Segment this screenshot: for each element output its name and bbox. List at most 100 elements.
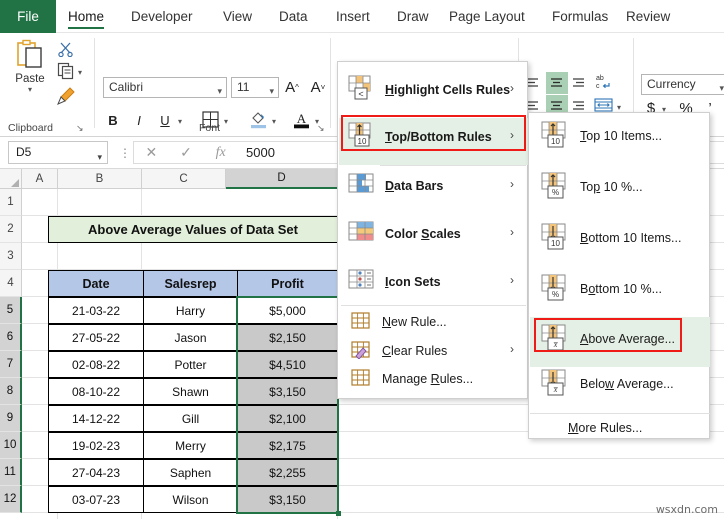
bold-button[interactable]: B bbox=[104, 111, 122, 129]
cell-date-5[interactable]: 21-03-22 bbox=[48, 297, 144, 324]
more-rules-label[interactable]: More Rules... bbox=[568, 421, 642, 435]
italic-button[interactable]: I bbox=[130, 111, 148, 129]
tab-draw[interactable]: Draw bbox=[395, 0, 431, 33]
row-header-7[interactable]: 7 bbox=[0, 351, 22, 378]
column-header-a[interactable]: A bbox=[22, 169, 58, 189]
cell-profit-11[interactable]: $2,255 bbox=[237, 459, 338, 486]
tab-review[interactable]: Review bbox=[624, 0, 672, 33]
font-name-combobox[interactable]: Calibri ▾ bbox=[103, 77, 227, 98]
table-header-salesrep[interactable]: Salesrep bbox=[143, 270, 238, 297]
cell-date-7[interactable]: 02-08-22 bbox=[48, 351, 144, 378]
row-header-11[interactable]: 11 bbox=[0, 459, 22, 486]
chevron-down-icon[interactable]: ▾ bbox=[97, 147, 102, 168]
copy-button[interactable] bbox=[57, 62, 75, 85]
paste-chevron-icon[interactable]: ▾ bbox=[28, 86, 32, 94]
font-color-button[interactable]: A bbox=[293, 110, 310, 134]
tab-formulas[interactable]: Formulas bbox=[550, 0, 610, 33]
cell-rep-12[interactable]: Wilson bbox=[143, 486, 238, 513]
underline-chevron-icon[interactable]: ▾ bbox=[178, 118, 182, 126]
select-all-corner[interactable] bbox=[0, 169, 22, 189]
decrease-font-size-button[interactable]: A ˅ bbox=[308, 77, 328, 98]
cell-date-6[interactable]: 27-05-22 bbox=[48, 324, 144, 351]
row-header-4[interactable]: 4 bbox=[0, 270, 22, 297]
cell-date-9[interactable]: 14-12-22 bbox=[48, 405, 144, 432]
paste-button[interactable]: Paste ▾ bbox=[8, 39, 52, 117]
cell-rep-7[interactable]: Potter bbox=[143, 351, 238, 378]
insert-function-icon[interactable]: fx bbox=[203, 145, 238, 161]
row-header-2[interactable]: 2 bbox=[0, 216, 22, 243]
copy-chevron-icon[interactable]: ▾ bbox=[78, 69, 82, 77]
new-rule-item[interactable] bbox=[351, 312, 371, 335]
tab-page-layout[interactable]: Page Layout bbox=[447, 0, 527, 33]
clipboard-dialog-launcher[interactable]: ↘ bbox=[76, 123, 84, 134]
chevron-down-icon[interactable]: ▾ bbox=[217, 82, 222, 101]
cell-date-11[interactable]: 27-04-23 bbox=[48, 459, 144, 486]
cell-rep-6[interactable]: Jason bbox=[143, 324, 238, 351]
cell-rep-11[interactable]: Saphen bbox=[143, 459, 238, 486]
title-cell[interactable]: Above Average Values of Data Set bbox=[48, 216, 338, 243]
row-header-3[interactable]: 3 bbox=[0, 243, 22, 270]
underline-button[interactable]: U bbox=[156, 111, 174, 129]
borders-chevron-icon[interactable]: ▾ bbox=[224, 118, 228, 126]
row-header-6[interactable]: 6 bbox=[0, 324, 22, 351]
fill-color-chevron-icon[interactable]: ▾ bbox=[272, 118, 276, 126]
icon-sets-item[interactable] bbox=[348, 269, 376, 296]
wrap-text-button[interactable]: ab c bbox=[595, 73, 613, 96]
merge-chevron-icon[interactable]: ▾ bbox=[617, 104, 621, 112]
above-average-item[interactable]: x̅ bbox=[541, 324, 571, 357]
cell-profit-7[interactable]: $4,510 bbox=[237, 351, 338, 378]
increase-font-size-button[interactable]: A ^ bbox=[282, 77, 302, 98]
name-box[interactable]: D5 ▾ bbox=[8, 141, 108, 164]
row-header-10[interactable]: 10 bbox=[0, 432, 22, 459]
cell-profit-8[interactable]: $3,150 bbox=[237, 378, 338, 405]
chevron-down-icon[interactable]: ▾ bbox=[719, 79, 724, 98]
tab-developer[interactable]: Developer bbox=[129, 0, 195, 33]
fill-handle[interactable] bbox=[336, 511, 341, 516]
cell-profit-5[interactable]: $5,000 bbox=[237, 297, 338, 324]
bottom-10-percent-item[interactable]: % bbox=[541, 274, 571, 307]
font-dialog-launcher[interactable]: ↘ bbox=[317, 123, 325, 134]
bottom-10-items-item[interactable]: 10 bbox=[541, 223, 571, 256]
column-header-c[interactable]: C bbox=[142, 169, 226, 189]
enter-icon[interactable]: ✓ bbox=[169, 144, 204, 161]
tab-data[interactable]: Data bbox=[277, 0, 310, 33]
cell-rep-5[interactable]: Harry bbox=[143, 297, 238, 324]
data-bars-item[interactable] bbox=[348, 173, 376, 200]
cell-date-12[interactable]: 03-07-23 bbox=[48, 486, 144, 513]
cell-profit-12[interactable]: $3,150 bbox=[237, 486, 338, 513]
cell-profit-9[interactable]: $2,100 bbox=[237, 405, 338, 432]
chevron-down-icon[interactable]: ▾ bbox=[269, 82, 274, 101]
number-format-combobox[interactable]: Currency ▾ bbox=[641, 74, 724, 95]
align-middle-button[interactable] bbox=[546, 72, 568, 94]
tab-home[interactable]: Home bbox=[66, 0, 106, 33]
cell-rep-9[interactable]: Gill bbox=[143, 405, 238, 432]
column-header-b[interactable]: B bbox=[58, 169, 142, 189]
align-bottom-button[interactable] bbox=[571, 75, 586, 95]
table-header-profit[interactable]: Profit bbox=[237, 270, 338, 297]
cancel-icon[interactable]: ✕ bbox=[134, 144, 169, 161]
cell-date-8[interactable]: 08-10-22 bbox=[48, 378, 144, 405]
fill-color-button[interactable] bbox=[250, 110, 267, 134]
manage-rules-item[interactable] bbox=[351, 369, 371, 392]
cell-rep-8[interactable]: Shawn bbox=[143, 378, 238, 405]
row-header-5[interactable]: 5 bbox=[0, 297, 22, 324]
column-header-d[interactable]: D bbox=[226, 169, 338, 189]
tab-insert[interactable]: Insert bbox=[334, 0, 372, 33]
row-header-12[interactable]: 12 bbox=[0, 486, 22, 513]
cell-profit-6[interactable]: $2,150 bbox=[237, 324, 338, 351]
top-10-percent-item[interactable]: % bbox=[541, 172, 571, 205]
format-painter-button[interactable] bbox=[56, 86, 76, 111]
font-size-combobox[interactable]: 11 ▾ bbox=[231, 77, 279, 98]
row-header-8[interactable]: 8 bbox=[0, 378, 22, 405]
color-scales-item[interactable] bbox=[348, 221, 376, 248]
clear-rules-item[interactable] bbox=[351, 341, 371, 364]
top-10-items-item[interactable]: 10 bbox=[541, 121, 571, 154]
cell-profit-10[interactable]: $2,175 bbox=[237, 432, 338, 459]
top-bottom-rules-item[interactable]: 10 bbox=[348, 122, 376, 153]
cut-button[interactable] bbox=[57, 40, 74, 62]
tab-view[interactable]: View bbox=[221, 0, 254, 33]
cell-date-10[interactable]: 19-02-23 bbox=[48, 432, 144, 459]
row-header-9[interactable]: 9 bbox=[0, 405, 22, 432]
below-average-item[interactable]: x̅ bbox=[541, 369, 571, 402]
cell-rep-10[interactable]: Merry bbox=[143, 432, 238, 459]
